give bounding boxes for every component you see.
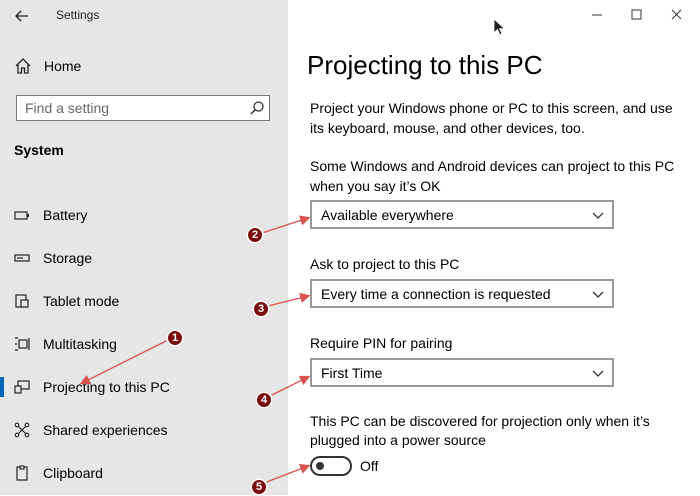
sidebar-item-label: Battery	[43, 207, 88, 223]
window-title: Settings	[56, 8, 100, 22]
sidebar-item-label: Tablet mode	[43, 293, 120, 309]
search-input[interactable]	[25, 100, 245, 116]
sidebar-item-tablet-mode[interactable]: Tablet mode	[0, 281, 288, 321]
annotation-badge-4: 4	[255, 391, 273, 409]
annotation-badge-3: 3	[252, 300, 270, 318]
dropdown-value: First Time	[321, 365, 383, 381]
shared-experiences-icon	[14, 422, 30, 438]
search-box[interactable]	[16, 95, 270, 121]
search-icon[interactable]	[249, 100, 265, 116]
active-indicator	[0, 377, 4, 397]
section-title-system: System	[14, 142, 64, 158]
mouse-cursor-icon	[493, 18, 506, 36]
sidebar-item-storage[interactable]: Storage	[0, 238, 288, 278]
setting2-label: Ask to project to this PC	[310, 256, 460, 272]
home-icon[interactable]	[14, 57, 32, 75]
back-arrow-icon[interactable]	[12, 6, 32, 26]
battery-icon	[14, 211, 29, 220]
toggle-knob	[316, 462, 324, 470]
setting1-label-line1: Some Windows and Android devices can pro…	[310, 158, 675, 174]
page-title: Projecting to this PC	[307, 50, 543, 80]
ask-to-project-dropdown[interactable]: Every time a connection is requested	[310, 279, 614, 308]
annotation-badge-1: 1	[166, 329, 184, 347]
tablet-mode-icon	[15, 294, 29, 308]
pin-pairing-dropdown[interactable]: First Time	[310, 358, 614, 387]
setting3-label: Require PIN for pairing	[310, 335, 453, 351]
sidebar-item-shared-experiences[interactable]: Shared experiences	[0, 410, 288, 450]
sidebar-item-label: Storage	[43, 250, 93, 266]
annotation-badge-5: 5	[250, 478, 268, 496]
setting1-label-line2: when you say it’s OK	[310, 178, 441, 194]
sidebar-item-multitasking[interactable]: Multitasking	[0, 324, 288, 364]
sidebar-item-label: Multitasking	[43, 336, 117, 352]
clipboard-icon	[16, 465, 28, 481]
multitasking-icon	[15, 337, 30, 351]
sidebar-item-label: Clipboard	[43, 465, 103, 481]
storage-icon	[14, 254, 30, 262]
toggle-state-label: Off	[360, 458, 379, 474]
dropdown-value: Available everywhere	[321, 207, 454, 223]
projecting-icon	[14, 380, 30, 394]
sidebar-item-projecting[interactable]: Projecting to this PC	[0, 367, 288, 407]
sidebar-item-label: Projecting to this PC	[43, 379, 170, 395]
power-source-toggle[interactable]	[310, 456, 352, 476]
annotation-badge-2: 2	[246, 226, 264, 244]
setting4-label-line2: plugged into a power source	[310, 432, 486, 448]
intro-text: Project your Windows phone or PC to this…	[310, 100, 673, 136]
setting4-label-line1: This PC can be discovered for projection…	[310, 413, 650, 429]
sidebar-item-battery[interactable]: Battery	[0, 195, 288, 235]
sidebar-item-label: Shared experiences	[43, 422, 168, 438]
dropdown-value: Every time a connection is requested	[321, 286, 551, 302]
chevron-down-icon	[592, 291, 604, 298]
sidebar: Settings Home System Battery Storage Tab…	[0, 0, 288, 495]
home-link[interactable]: Home	[44, 58, 81, 74]
chevron-down-icon	[592, 212, 604, 219]
availability-dropdown[interactable]: Available everywhere	[310, 200, 614, 229]
sidebar-item-clipboard[interactable]: Clipboard	[0, 453, 288, 493]
close-icon[interactable]	[654, 0, 700, 30]
chevron-down-icon	[592, 370, 604, 377]
